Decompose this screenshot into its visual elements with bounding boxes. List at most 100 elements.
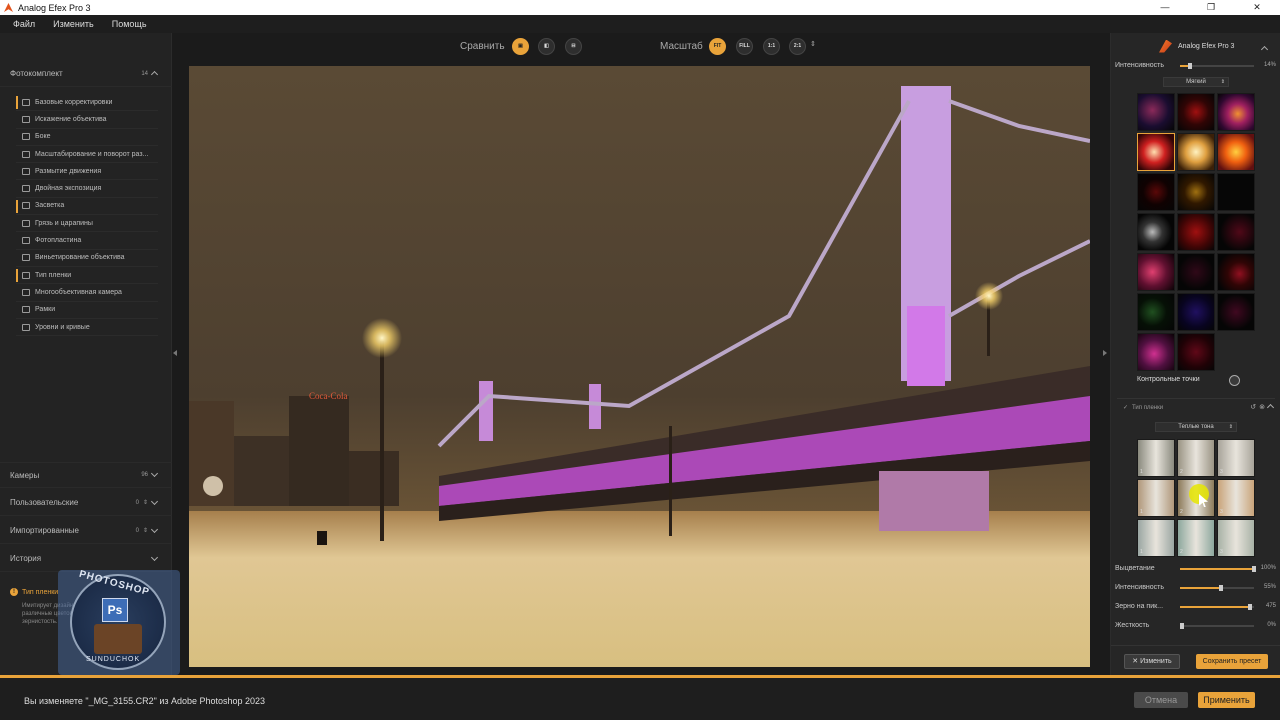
section-history[interactable]: История [0, 546, 172, 572]
film-slider-track[interactable] [1180, 604, 1254, 610]
cancel-button[interactable]: Отмена [1134, 692, 1188, 708]
film-slider-fill [1180, 587, 1221, 589]
bokeh-preset[interactable] [1137, 213, 1175, 251]
filter-item[interactable]: Грязь и царапины [16, 215, 158, 233]
close-button[interactable]: ✕ [1234, 0, 1280, 15]
section-imported[interactable]: Импортированные 0 ⇕ [0, 518, 172, 544]
bokeh-preset[interactable] [1177, 253, 1215, 291]
split-view-button[interactable]: ◧ [538, 38, 555, 55]
filter-item[interactable]: Двойная экспозиция [16, 180, 158, 198]
section-custom[interactable]: Пользовательские 0 ⇕ [0, 490, 172, 516]
film-preset[interactable]: 1 [1137, 519, 1175, 557]
menu-file[interactable]: Файл [13, 19, 35, 29]
add-control-point-icon[interactable] [1229, 375, 1240, 386]
filter-item[interactable]: Базовые корректировки [16, 94, 158, 112]
delete-icon[interactable]: ⊗ [1259, 403, 1265, 411]
film-type-dropdown[interactable]: Теплые тона ⇕ [1155, 422, 1237, 432]
chevron-up-icon[interactable] [1260, 45, 1269, 54]
bokeh-preset[interactable] [1217, 173, 1255, 211]
bokeh-preset[interactable] [1177, 133, 1215, 171]
filter-item[interactable]: Фотопластина [16, 232, 158, 250]
film-preset[interactable]: 2 [1177, 519, 1215, 557]
film-preset[interactable]: 1 [1137, 439, 1175, 477]
chevron-up-icon[interactable] [1266, 403, 1275, 412]
filter-icon [22, 323, 30, 331]
film-preset[interactable]: 3 [1217, 519, 1255, 557]
film-slider-track[interactable] [1180, 623, 1254, 629]
section-cameras[interactable]: Камеры 96 [0, 462, 172, 488]
filter-item[interactable]: Уровни и кривые [16, 319, 158, 337]
zoom-fill-button[interactable]: FILL [736, 38, 753, 55]
app-logo-icon [4, 3, 13, 12]
bokeh-preset[interactable] [1137, 253, 1175, 291]
bokeh-intensity-slider[interactable]: Интенсивность 14% [1111, 60, 1280, 72]
filter-item[interactable]: Виньетирование объектива [16, 250, 158, 267]
bokeh-preset[interactable] [1217, 293, 1255, 331]
section-kit[interactable]: Фотокомплект 14 [0, 61, 172, 87]
filter-item[interactable]: Масштабирование и поворот раз... [16, 146, 158, 164]
menu-help[interactable]: Помощь [112, 19, 147, 29]
filter-item[interactable]: Засветка [16, 198, 158, 216]
bokeh-preset[interactable] [1177, 333, 1215, 371]
bokeh-intensity-handle[interactable] [1188, 63, 1193, 69]
film-slider-track[interactable] [1180, 585, 1254, 591]
bokeh-intensity-track[interactable] [1180, 63, 1254, 69]
film-slider-track[interactable] [1180, 566, 1256, 572]
bottom-bar: Вы изменяете "_MG_3155.CR2" из Adobe Pho… [0, 675, 1280, 720]
filter-icon [22, 306, 30, 314]
menu-edit[interactable]: Изменить [53, 19, 94, 29]
bokeh-preset[interactable] [1217, 93, 1255, 131]
zoom-2-1-button[interactable]: 2:1 [789, 38, 806, 55]
bokeh-preset[interactable] [1177, 213, 1215, 251]
bokeh-preset[interactable] [1137, 293, 1175, 331]
film-slider[interactable]: Интенсивность 55% [1111, 582, 1280, 594]
bokeh-preset[interactable] [1217, 253, 1255, 291]
zoom-fit-button[interactable]: FIT [709, 38, 726, 55]
apply-button[interactable]: Применить [1198, 692, 1255, 708]
bokeh-preset-selected[interactable] [1137, 133, 1175, 171]
film-slider-fill [1180, 606, 1251, 608]
collapse-right-panel-icon[interactable] [1103, 350, 1107, 356]
bokeh-preset[interactable] [1177, 93, 1215, 131]
film-slider[interactable]: Выцветание 100% [1111, 563, 1280, 575]
film-preset[interactable]: 2 [1177, 439, 1215, 477]
film-preset[interactable]: 3 [1217, 439, 1255, 477]
film-preset[interactable]: 1 [1137, 479, 1175, 517]
side-by-side-button[interactable]: ⊟ [565, 38, 582, 55]
bokeh-preset[interactable] [1217, 133, 1255, 171]
single-view-button[interactable]: ▣ [512, 38, 529, 55]
film-slider-handle[interactable] [1218, 585, 1223, 591]
bokeh-preset[interactable] [1217, 213, 1255, 251]
bokeh-preset[interactable] [1137, 333, 1175, 371]
bokeh-preset[interactable] [1177, 293, 1215, 331]
filter-icon [22, 288, 30, 296]
zoom-1-1-button[interactable]: 1:1 [763, 38, 780, 55]
bokeh-style-dropdown[interactable]: Мягкий ⇕ [1163, 77, 1229, 87]
film-slider-handle[interactable] [1248, 604, 1253, 610]
zoom-stepper-icon[interactable]: ⇕ [810, 40, 816, 48]
save-preset-button[interactable]: Сохранить пресет [1196, 654, 1268, 669]
filter-item[interactable]: Искажение объектива [16, 111, 158, 129]
collapse-left-panel-icon[interactable] [173, 350, 177, 356]
maximize-button[interactable]: ❐ [1188, 0, 1234, 15]
film-preset[interactable]: 3 [1217, 479, 1255, 517]
filter-item[interactable]: Многообъективная камера [16, 284, 158, 302]
change-button[interactable]: ✕ Изменить [1124, 654, 1180, 669]
bokeh-preset[interactable] [1137, 93, 1175, 131]
film-slider[interactable]: Жесткость 0% [1111, 620, 1280, 632]
film-slider-handle[interactable] [1252, 566, 1256, 572]
bokeh-preset[interactable] [1137, 173, 1175, 211]
film-slider-handle[interactable] [1180, 623, 1184, 629]
film-slider[interactable]: Зерно на пик... 475 [1111, 601, 1280, 613]
image-canvas[interactable]: Coca-Cola [189, 66, 1090, 667]
filter-item[interactable]: Размытие движения [16, 163, 158, 181]
divider [1117, 398, 1275, 399]
minimize-button[interactable]: — [1142, 0, 1188, 15]
reset-icon[interactable]: ↺ [1250, 403, 1256, 411]
checkmark-icon[interactable]: ✓ [1123, 404, 1128, 411]
bokeh-preset[interactable] [1177, 173, 1215, 211]
filter-item[interactable]: Тип пленки [16, 267, 158, 285]
film-type-header: ✓ Тип пленки ↺ ⊗ [1123, 403, 1275, 412]
filter-item[interactable]: Боке [16, 129, 158, 146]
filter-item[interactable]: Рамки [16, 302, 158, 319]
